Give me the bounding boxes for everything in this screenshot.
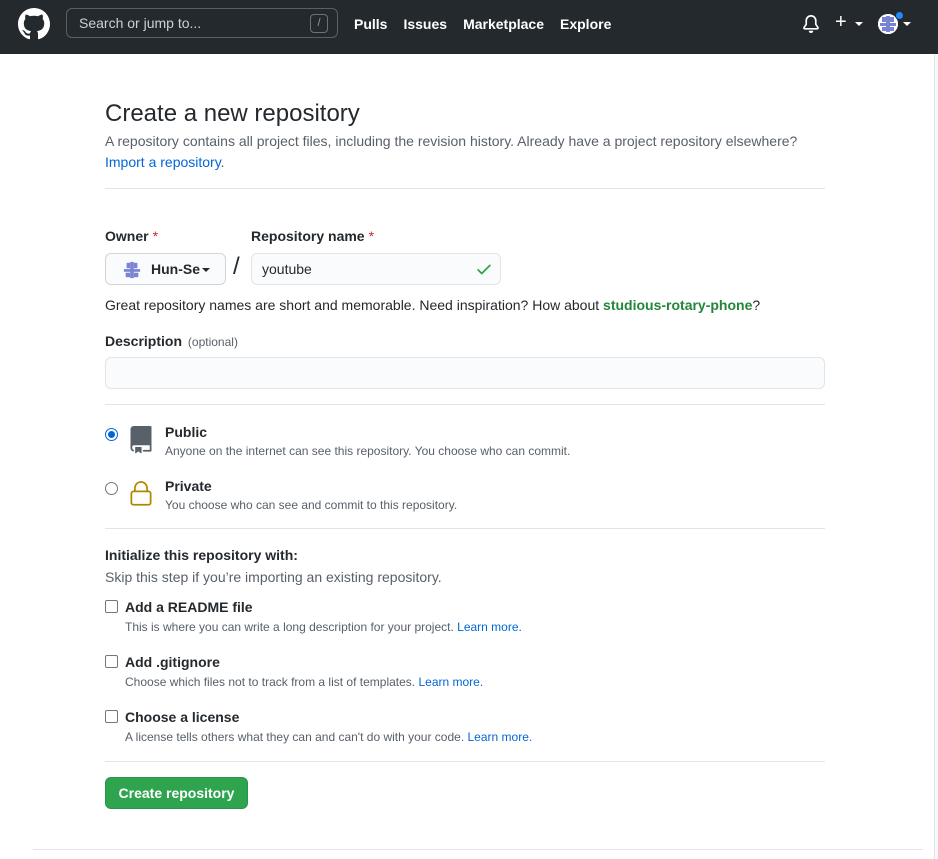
check-icon: [477, 264, 491, 275]
gitignore-label[interactable]: Add .gitignore: [125, 654, 220, 670]
gitignore-checkbox[interactable]: [105, 655, 118, 668]
repo-name-input[interactable]: [251, 253, 501, 285]
readme-desc: This is where you can write a long descr…: [125, 620, 522, 634]
divider: [105, 404, 825, 405]
repo-book-icon: [130, 426, 152, 454]
private-radio[interactable]: [105, 482, 118, 495]
chevron-down-icon[interactable]: [855, 22, 863, 26]
gitignore-learn-more-link[interactable]: Learn more.: [418, 675, 483, 689]
initialize-title: Initialize this repository with:: [105, 547, 298, 563]
license-label[interactable]: Choose a license: [125, 709, 239, 725]
license-checkbox[interactable]: [105, 710, 118, 723]
nav-marketplace[interactable]: Marketplace: [463, 16, 544, 32]
nav-explore[interactable]: Explore: [560, 16, 611, 32]
owner-label: Owner *: [105, 228, 159, 244]
scrollbar-track[interactable]: [934, 54, 938, 859]
public-title: Public: [165, 424, 208, 440]
search-placeholder: Search or jump to...: [79, 15, 202, 31]
chevron-down-icon: [202, 268, 210, 272]
owner-avatar-icon: [123, 261, 141, 279]
gitignore-desc: Choose which files not to track from a l…: [125, 675, 484, 689]
plus-icon[interactable]: +: [835, 12, 847, 32]
readme-learn-more-link[interactable]: Learn more.: [457, 620, 522, 634]
lock-icon: [130, 481, 152, 506]
header-nav: Pulls Issues Marketplace Explore: [354, 16, 611, 32]
footer-divider: [33, 849, 923, 850]
search-shortcut-key: /: [310, 14, 328, 33]
page-subtitle: A repository contains all project files,…: [105, 133, 798, 149]
nav-pulls[interactable]: Pulls: [354, 16, 387, 32]
nav-issues[interactable]: Issues: [403, 16, 447, 32]
search-input[interactable]: Search or jump to... /: [66, 8, 338, 38]
description-input[interactable]: [105, 357, 825, 389]
description-label: Description (optional): [105, 333, 238, 349]
import-repository-link[interactable]: Import a repository: [105, 154, 221, 170]
owner-repo-separator: /: [233, 253, 240, 280]
import-line: Import a repository.: [105, 154, 225, 170]
public-radio[interactable]: [105, 428, 118, 441]
divider: [105, 528, 825, 529]
divider: [105, 188, 825, 189]
name-suggestion-link[interactable]: studious-rotary-phone: [603, 297, 752, 313]
private-title: Private: [165, 478, 212, 494]
repo-name-hint: Great repository names are short and mem…: [105, 297, 761, 313]
readme-label[interactable]: Add a README file: [125, 599, 253, 615]
public-desc: Anyone on the internet can see this repo…: [165, 444, 571, 458]
license-learn-more-link[interactable]: Learn more.: [468, 730, 533, 744]
initialize-subtitle: Skip this step if you’re importing an ex…: [105, 569, 442, 585]
owner-name: Hun-Se: [151, 261, 200, 277]
owner-select[interactable]: Hun-Se: [105, 253, 226, 285]
readme-checkbox[interactable]: [105, 600, 118, 613]
license-desc: A license tells others what they can and…: [125, 730, 533, 744]
github-logo-icon[interactable]: [18, 8, 50, 40]
bell-icon[interactable]: [802, 15, 820, 33]
create-repository-button[interactable]: Create repository: [105, 777, 248, 809]
page-title: Create a new repository: [105, 100, 360, 127]
repo-name-label: Repository name *: [251, 228, 375, 244]
divider: [105, 761, 825, 762]
global-header: Search or jump to... / Pulls Issues Mark…: [0, 0, 938, 54]
private-desc: You choose who can see and commit to thi…: [165, 498, 458, 512]
notification-dot: [895, 11, 904, 20]
chevron-down-icon[interactable]: [903, 22, 911, 26]
